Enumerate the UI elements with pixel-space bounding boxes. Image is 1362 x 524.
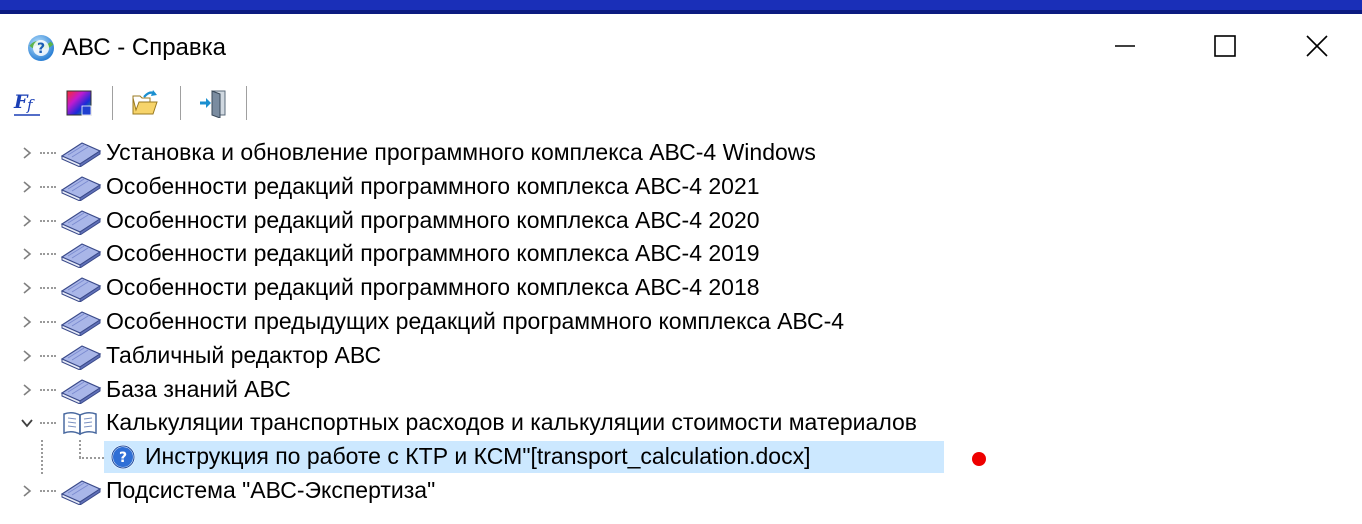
close-button[interactable] [1272, 14, 1362, 78]
svg-text:f: f [26, 96, 35, 114]
tree-item[interactable]: Установка и обновление программного комп… [0, 136, 1362, 170]
chevron-right-icon[interactable] [20, 146, 34, 160]
tree-item-label: Подсистема "АВС-Экспертиза" [106, 476, 436, 503]
tree-child-label: Инструкция по работе с КТР и КСМ"[transp… [145, 443, 811, 470]
closed-book-icon [60, 311, 102, 336]
tree-item[interactable]: База знаний АВС [0, 373, 1362, 407]
tree-item[interactable]: Подсистема "АВС-Экспертиза" [0, 474, 1362, 508]
closed-book-icon [60, 277, 102, 303]
svg-text:?: ? [37, 41, 45, 57]
tree-item-label: Особенности редакций программного компле… [106, 206, 760, 233]
help-topic-icon: ? [111, 445, 135, 470]
closed-book-icon [60, 480, 102, 505]
toolbar: F f [0, 80, 1362, 126]
chevron-right-icon[interactable] [20, 281, 34, 295]
open-file-button[interactable] [128, 86, 162, 120]
tree-connector [40, 185, 56, 190]
tree-item[interactable]: Особенности редакций программного компле… [0, 271, 1362, 305]
red-marker-dot [972, 452, 986, 467]
closed-book-icon [60, 345, 102, 370]
tree-item-label: Особенности предыдущих редакций программ… [106, 307, 845, 334]
tree-item-label: Особенности редакций программного компле… [106, 240, 760, 267]
closed-book-icon [60, 243, 102, 269]
tree-connector [40, 253, 56, 257]
tree-item[interactable]: Особенности редакций программного компле… [0, 204, 1362, 238]
maximize-icon [1214, 35, 1236, 57]
exit-button[interactable] [196, 86, 230, 120]
closed-book-icon [60, 209, 102, 235]
tree-connector [40, 152, 56, 156]
chevron-down-icon[interactable] [20, 416, 34, 430]
window-title: АВС - Справка [62, 34, 227, 61]
tree-item-label: Калькуляции транспортных расходов и каль… [106, 409, 918, 436]
svg-text:?: ? [119, 450, 127, 466]
tree-item-label: База знаний АВС [106, 375, 291, 402]
help-contents-tree: Установка и обновление программного комп… [0, 136, 1362, 508]
open-book-icon [63, 412, 97, 436]
tree-item[interactable]: Калькуляции транспортных расходов и каль… [0, 406, 1362, 440]
tree-item-label: Особенности редакций программного компле… [106, 172, 760, 199]
tree-connector [41, 440, 43, 475]
color-palette-icon [66, 90, 92, 116]
chevron-right-icon[interactable] [20, 383, 34, 397]
closed-book-icon [60, 176, 102, 201]
maximize-button[interactable] [1180, 14, 1270, 78]
minimize-button[interactable] [1080, 14, 1170, 78]
font-icon: F f [13, 91, 40, 116]
font-settings-button[interactable]: F f [10, 86, 44, 120]
toolbar-separator [112, 86, 114, 120]
help-window: ? АВС - Справка F f Установка и обновлен… [0, 0, 1362, 524]
toolbar-separator [246, 86, 248, 120]
title-bar[interactable]: ? АВС - Справка [0, 14, 1362, 78]
tree-item[interactable]: Особенности предыдущих редакций программ… [0, 305, 1362, 339]
tree-connector [40, 489, 56, 494]
tree-item-label: Особенности редакций программного компле… [106, 274, 760, 301]
close-icon [1306, 35, 1328, 57]
tree-connector [40, 320, 56, 325]
tree-child-item[interactable]: ? Инструкция по работе с КТР и КСМ"[trans… [0, 440, 1362, 475]
tree-connector [79, 440, 81, 459]
tree-item[interactable]: Особенности редакций программного компле… [0, 237, 1362, 271]
open-folder-icon [132, 90, 158, 115]
chevron-right-icon[interactable] [20, 484, 34, 498]
tree-connector [79, 457, 107, 460]
toolbar-separator [180, 86, 182, 120]
exit-door-icon [200, 90, 226, 118]
color-settings-button[interactable] [62, 86, 96, 120]
tree-connector [40, 422, 56, 426]
chevron-right-icon[interactable] [20, 315, 34, 329]
tree-item-label: Установка и обновление программного комп… [106, 139, 816, 165]
chevron-right-icon[interactable] [20, 247, 34, 261]
closed-book-icon [60, 142, 102, 167]
chevron-right-icon[interactable] [20, 349, 34, 363]
tree-connector [40, 287, 56, 291]
tree-item[interactable]: Особенности редакций программного компле… [0, 170, 1362, 204]
tree-connector [40, 388, 56, 393]
tree-item[interactable]: Табличный редактор АВС [0, 339, 1362, 373]
minimize-icon [1115, 45, 1135, 47]
closed-book-icon [60, 378, 102, 404]
chevron-right-icon[interactable] [20, 214, 34, 228]
background-window-strip [0, 0, 1362, 14]
tree-item-label: Табличный редактор АВС [106, 341, 382, 368]
tree-connector [40, 354, 56, 359]
help-app-icon: ? [28, 35, 54, 61]
chevron-right-icon[interactable] [20, 180, 34, 194]
tree-connector [40, 219, 56, 224]
